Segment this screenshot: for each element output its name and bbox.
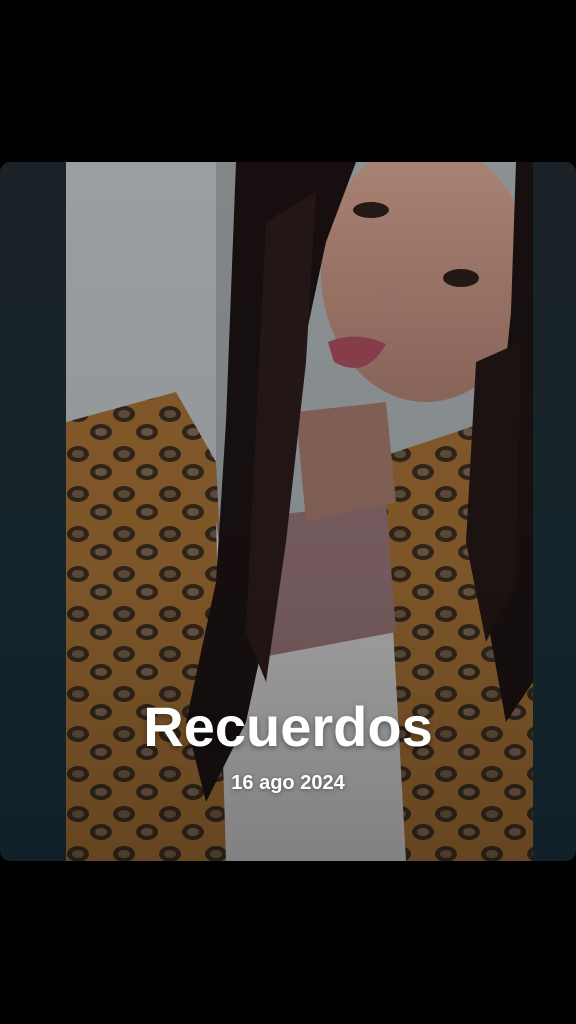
- memory-date: 16 ago 2024: [231, 772, 345, 794]
- memory-title: Recuerdos: [143, 695, 433, 758]
- memory-card[interactable]: Recuerdos 16 ago 2024: [0, 162, 576, 861]
- memories-screen: Recuerdos 16 ago 2024: [0, 0, 576, 1024]
